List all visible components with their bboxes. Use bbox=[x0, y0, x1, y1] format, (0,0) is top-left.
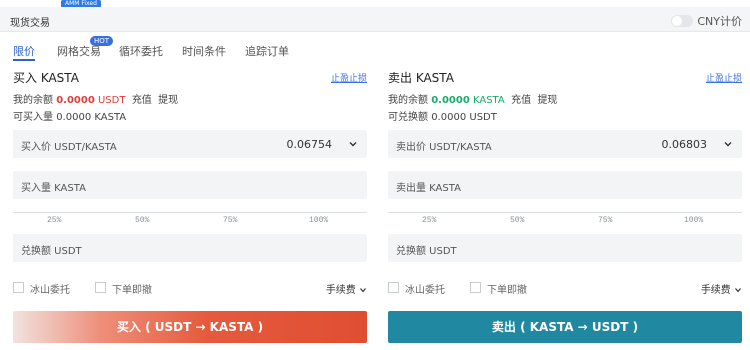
chevron-down-icon bbox=[360, 288, 366, 293]
buy-price-label: 买入价 USDT/KASTA bbox=[21, 142, 117, 153]
iceberg-checkbox[interactable] bbox=[388, 282, 399, 293]
ioc-checkbox[interactable] bbox=[470, 282, 481, 293]
slider-mark-100[interactable]: 100% bbox=[309, 216, 328, 225]
page-title: 现货交易 bbox=[10, 18, 50, 29]
slider-mark-25[interactable]: 25% bbox=[422, 216, 436, 225]
cny-label: CNY计价 bbox=[697, 15, 742, 28]
sell-price-label: 卖出价 USDT/KASTA bbox=[396, 142, 492, 153]
iceberg-label[interactable]: 冰山委托 bbox=[30, 281, 70, 296]
toggle-switch[interactable] bbox=[671, 15, 694, 27]
active-tab-indicator bbox=[13, 59, 35, 61]
chevron-down-icon bbox=[735, 288, 741, 293]
hot-badge: HOT bbox=[90, 36, 114, 46]
sell-price-field[interactable]: 卖出价 USDT/KASTA 0.06803 bbox=[388, 130, 742, 158]
buy-amount-slider[interactable]: 25% 50% 75% 100% bbox=[13, 209, 367, 225]
buy-total-label: 兑换额 USDT bbox=[21, 246, 82, 257]
iceberg-checkbox[interactable] bbox=[13, 282, 24, 293]
deposit-link[interactable]: 充值 bbox=[511, 95, 531, 106]
balance-unit: USDT bbox=[97, 95, 126, 106]
available-value: 0.0000 bbox=[431, 112, 467, 123]
tab-limit[interactable]: 限价 bbox=[13, 43, 35, 59]
balance-value: 0.0000 bbox=[56, 95, 95, 106]
balance-value: 0.0000 bbox=[431, 95, 470, 106]
spot-trading-header: 现货交易 CNY计价 bbox=[0, 7, 750, 32]
available-label: 可兑换额 bbox=[388, 112, 428, 123]
iceberg-label[interactable]: 冰山委托 bbox=[405, 281, 445, 296]
slider-mark-25[interactable]: 25% bbox=[47, 216, 61, 225]
slider-mark-100[interactable]: 100% bbox=[684, 216, 703, 225]
slider-mark-50[interactable]: 50% bbox=[135, 216, 149, 225]
ioc-label[interactable]: 下单即撤 bbox=[487, 281, 527, 296]
withdraw-link[interactable]: 提现 bbox=[158, 95, 178, 106]
cny-pricing-toggle[interactable]: CNY计价 bbox=[671, 13, 742, 29]
sell-balance-row: 我的余额 0.0000 KASTA 充值 提现 bbox=[388, 91, 557, 106]
deposit-link[interactable]: 充值 bbox=[132, 95, 152, 106]
buy-price-field[interactable]: 买入价 USDT/KASTA 0.06754 bbox=[13, 130, 367, 158]
top-strip: AMM Fixed bbox=[0, 0, 750, 8]
balance-label: 我的余额 bbox=[388, 95, 428, 106]
withdraw-link[interactable]: 提现 bbox=[537, 95, 557, 106]
tab-time-condition[interactable]: 时间条件 bbox=[182, 43, 226, 59]
fee-label: 手续费 bbox=[700, 285, 731, 296]
available-value: 0.0000 bbox=[56, 112, 92, 123]
available-label: 可买入量 bbox=[13, 112, 53, 123]
tab-trailing-order[interactable]: 追踪订单 bbox=[245, 43, 289, 59]
buy-submit-button[interactable]: 买入 ( USDT → KASTA ) bbox=[13, 311, 367, 343]
sell-title: 卖出 KASTA bbox=[388, 71, 454, 85]
sell-fee-dropdown[interactable]: 手续费 bbox=[701, 281, 742, 296]
ioc-label[interactable]: 下单即撤 bbox=[112, 281, 152, 296]
buy-amount-field[interactable]: 买入量 KASTA bbox=[13, 171, 367, 199]
slider-track[interactable] bbox=[388, 212, 742, 213]
chevron-down-icon[interactable] bbox=[347, 138, 359, 150]
chevron-down-icon[interactable] bbox=[722, 138, 734, 150]
sell-stop-profit-loss-link[interactable]: 止盈止损 bbox=[706, 71, 742, 84]
slider-mark-75[interactable]: 75% bbox=[598, 216, 612, 225]
slider-track[interactable] bbox=[13, 212, 367, 213]
balance-label: 我的余额 bbox=[13, 95, 53, 106]
available-unit: KASTA bbox=[94, 112, 127, 123]
buy-balance-row: 我的余额 0.0000 USDT 充值 提现 bbox=[13, 91, 178, 106]
buy-available-row: 可买入量 0.0000 KASTA bbox=[13, 108, 126, 123]
sell-amount-field[interactable]: 卖出量 KASTA bbox=[388, 171, 742, 199]
sell-amount-slider[interactable]: 25% 50% 75% 100% bbox=[388, 209, 742, 225]
sell-total-label: 兑换额 USDT bbox=[396, 246, 457, 257]
buy-fee-dropdown[interactable]: 手续费 bbox=[326, 281, 367, 296]
buy-title: 买入 KASTA bbox=[13, 71, 79, 85]
sell-price-value[interactable]: 0.06803 bbox=[662, 138, 708, 151]
slider-mark-75[interactable]: 75% bbox=[223, 216, 237, 225]
fee-label: 手续费 bbox=[325, 285, 356, 296]
order-type-tabs: 限价 网格交易 HOT 循环委托 时间条件 追踪订单 bbox=[0, 34, 750, 62]
sell-submit-button[interactable]: 卖出 ( KASTA → USDT ) bbox=[388, 311, 742, 343]
sell-available-row: 可兑换额 0.0000 USDT bbox=[388, 108, 497, 123]
tab-loop-order[interactable]: 循环委托 bbox=[119, 43, 163, 59]
buy-options-row: 冰山委托 下单即撤 手续费 bbox=[13, 281, 367, 297]
buy-stop-profit-loss-link[interactable]: 止盈止损 bbox=[331, 71, 367, 84]
sell-options-row: 冰山委托 下单即撤 手续费 bbox=[388, 281, 742, 297]
buy-total-field[interactable]: 兑换额 USDT bbox=[13, 234, 367, 262]
balance-unit: KASTA bbox=[472, 95, 505, 106]
sell-amount-label: 卖出量 KASTA bbox=[396, 183, 461, 194]
slider-mark-50[interactable]: 50% bbox=[510, 216, 524, 225]
available-unit: USDT bbox=[469, 112, 497, 123]
sell-total-field[interactable]: 兑换额 USDT bbox=[388, 234, 742, 262]
buy-price-value[interactable]: 0.06754 bbox=[287, 138, 333, 151]
ioc-checkbox[interactable] bbox=[95, 282, 106, 293]
buy-amount-label: 买入量 KASTA bbox=[21, 183, 86, 194]
